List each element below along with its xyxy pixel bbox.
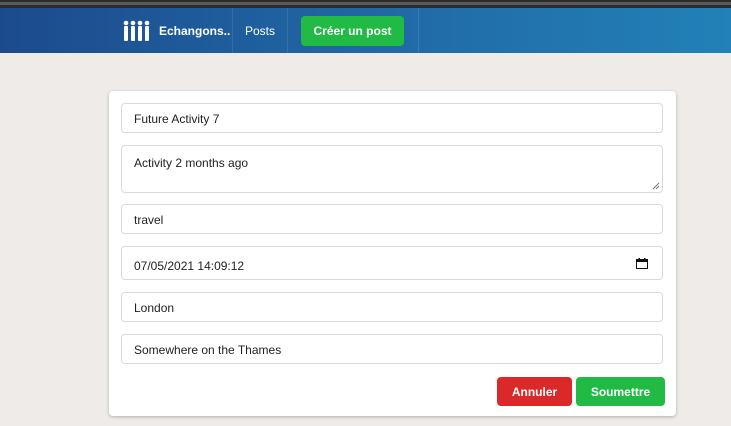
resize-handle-icon[interactable] xyxy=(652,182,660,190)
navbar: Echangons.. Posts Créer un post xyxy=(0,8,731,53)
venue-field[interactable]: Somewhere on the Thames xyxy=(121,334,663,364)
date-value: 07/05/2021 14:09:12 xyxy=(134,259,245,273)
nav-create-item: Créer un post xyxy=(288,8,419,53)
description-value: Activity 2 months ago xyxy=(134,156,249,170)
nav-posts-link[interactable]: Posts xyxy=(233,8,288,53)
window-top-strip xyxy=(0,0,731,8)
window-scrollbar xyxy=(0,2,731,5)
title-field[interactable]: Future Activity 7 xyxy=(121,103,663,133)
description-textarea[interactable]: Activity 2 months ago xyxy=(121,145,663,193)
calendar-icon[interactable] xyxy=(636,258,648,269)
people-logo-icon xyxy=(123,20,150,41)
category-field[interactable]: travel xyxy=(121,204,663,234)
title-value: Future Activity 7 xyxy=(134,112,220,126)
create-post-button[interactable]: Créer un post xyxy=(301,15,404,46)
city-field[interactable]: London xyxy=(121,292,663,322)
submit-button[interactable]: Soumettre xyxy=(576,377,665,406)
cancel-button[interactable]: Annuler xyxy=(497,377,572,406)
nav-brand[interactable]: Echangons.. xyxy=(111,8,233,53)
date-field[interactable]: 07/05/2021 14:09:12 xyxy=(121,246,663,280)
brand-label: Echangons.. xyxy=(159,23,231,38)
city-value: London xyxy=(134,301,175,315)
category-value: travel xyxy=(134,213,164,227)
post-form-card: Future Activity 7 Activity 2 months ago … xyxy=(109,91,676,416)
venue-value: Somewhere on the Thames xyxy=(134,343,282,357)
